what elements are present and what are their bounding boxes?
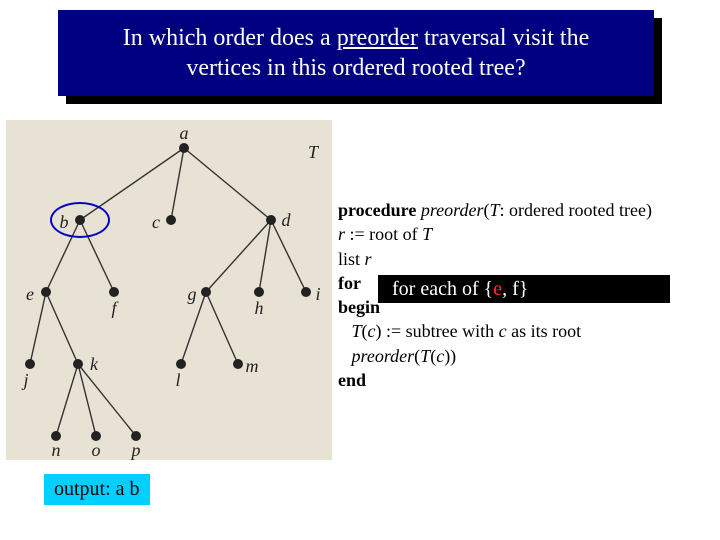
code-line-7: preorder(T(c)) (338, 344, 708, 368)
node-label-c: c (152, 212, 160, 232)
for-each-overlay: for each of {e, f} (378, 275, 670, 303)
output-text: output: a b (54, 478, 140, 500)
node-label-n: n (52, 440, 61, 460)
code-line-3: list r (338, 247, 708, 271)
node-label-o: o (92, 440, 101, 460)
kw-end: end (338, 370, 366, 390)
node-label-d: d (282, 210, 292, 230)
var-c: c (368, 321, 376, 341)
proc-name: preorder (421, 200, 484, 220)
node-label-k: k (90, 354, 99, 374)
node-label-m: m (246, 356, 259, 376)
title-underlined: preorder (337, 25, 418, 51)
kw-begin: begin (338, 297, 380, 317)
code-line-6: T(c) := subtree with c as its root (338, 319, 708, 343)
indent (338, 321, 352, 341)
code-line-8: end (338, 368, 708, 392)
node-label-e: e (26, 284, 34, 304)
node-label-p: p (130, 440, 141, 460)
kw-for: for (338, 273, 361, 293)
code-line-1: procedure preorder(T: ordered rooted tre… (338, 198, 708, 222)
highlight-ring (50, 202, 110, 238)
title-text: In which order does a preorder traversal… (88, 23, 624, 83)
overlay-prefix: for each of { (392, 278, 493, 301)
var-r: r (365, 249, 372, 269)
text: : ordered rooted tree) (500, 200, 652, 220)
text: as its root (507, 321, 582, 341)
tree-diagram: a T b c d e f g h i j k l m n o p (6, 120, 332, 460)
var-c: c (499, 321, 507, 341)
overlay-red: e (493, 278, 502, 301)
var-c: c (436, 346, 444, 366)
text: := root of (345, 224, 422, 244)
code-line-2: r := root of T (338, 222, 708, 246)
proc-name: preorder (352, 346, 415, 366)
output-box: output: a b (44, 474, 150, 505)
indent (338, 346, 352, 366)
var-r: r (338, 224, 345, 244)
node-label-g: g (188, 284, 197, 304)
var-T: T (422, 224, 432, 244)
arg-T: T (490, 200, 500, 220)
node-label-j: j (21, 370, 28, 390)
title-prefix: In which order does a (123, 25, 337, 51)
node-label-f: f (111, 298, 119, 318)
var-T: T (420, 346, 430, 366)
node-label-h: h (255, 298, 264, 318)
tree-svg: a T b c d e f g h i j k l m n o p (6, 120, 332, 460)
node-label-i: i (315, 284, 320, 304)
text: )) (444, 346, 456, 366)
title-box: In which order does a preorder traversal… (58, 10, 654, 96)
tree-label-T: T (308, 142, 320, 162)
node-label-a: a (180, 123, 189, 143)
text: list (338, 249, 365, 269)
kw-procedure: procedure (338, 200, 421, 220)
title-banner: In which order does a preorder traversal… (58, 10, 662, 104)
node-label-l: l (175, 370, 180, 390)
var-T: T (352, 321, 362, 341)
overlay-suffix: , f} (502, 278, 528, 301)
text: ) := subtree with (376, 321, 499, 341)
